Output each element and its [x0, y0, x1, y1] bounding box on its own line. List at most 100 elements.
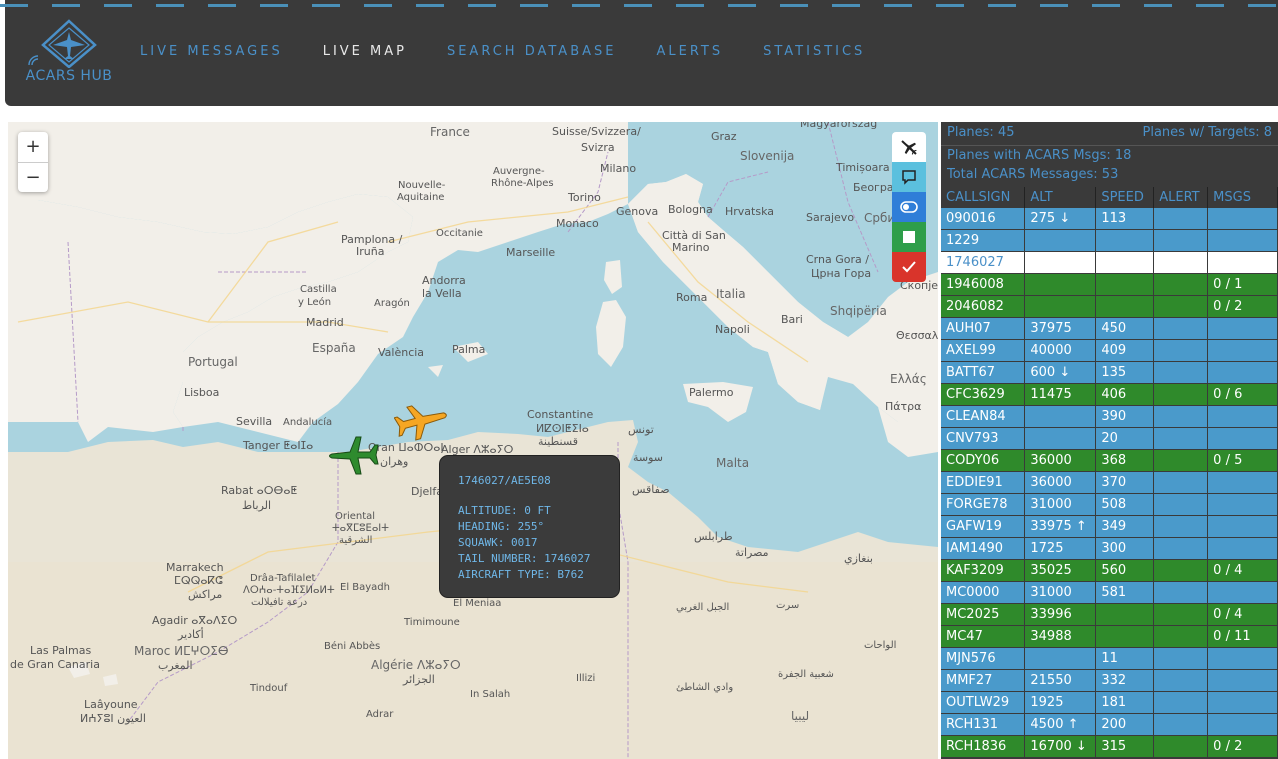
table-row[interactable]: MMF27 21550 332: [941, 669, 1278, 692]
label-andorra1: Andorra: [422, 274, 466, 287]
table-row[interactable]: CODY06 36000 368 0 / 5: [941, 449, 1278, 472]
table-row[interactable]: MC47 34988 0 / 11: [941, 625, 1278, 648]
table-row[interactable]: MJN576 11: [941, 647, 1278, 670]
toggle-acars-only-button[interactable]: [892, 162, 926, 192]
cell-callsign: OUTLW29: [941, 691, 1026, 714]
cell-alert: [1153, 493, 1209, 516]
table-row[interactable]: 090016 275 ↓ 113: [941, 208, 1278, 230]
label-marrakech3: مراكش: [188, 588, 223, 601]
nav-live-map[interactable]: LIVE MAP: [323, 44, 407, 59]
table-row[interactable]: IAM1490 1725 300: [941, 537, 1278, 560]
cell-callsign: KAF3209: [941, 559, 1026, 582]
cell-alt: [1024, 405, 1097, 428]
cell-alert: [1153, 537, 1209, 560]
table-row[interactable]: MC0000 31000 581: [941, 581, 1278, 604]
cell-speed: [1095, 229, 1155, 252]
cell-msgs: [1207, 691, 1278, 714]
cell-callsign: BATT67: [941, 361, 1026, 384]
toggle-targets-button[interactable]: [892, 222, 926, 252]
label-algerie1: Algérie ⴷⵣⴰⵢⵔ: [371, 658, 461, 672]
cell-msgs: [1207, 669, 1278, 692]
nav-live-messages[interactable]: LIVE MESSAGES: [140, 44, 283, 59]
cell-alt: 36000: [1024, 449, 1097, 472]
label-timimoune: Timimoune: [404, 617, 460, 628]
cell-alert: [1153, 515, 1209, 538]
acars-hub-logo[interactable]: ACARS HUB: [23, 18, 115, 90]
column-alt[interactable]: ALT: [1024, 187, 1097, 208]
toggle-checked-button[interactable]: [892, 252, 926, 282]
cell-alert: [1153, 735, 1209, 758]
cell-alert: [1153, 713, 1209, 736]
live-map[interactable]: France Suisse/Svizzera/ Svizra Graz Magy…: [8, 122, 938, 759]
cell-callsign: RCH1836: [941, 735, 1026, 758]
logo-text: ACARS HUB: [25, 68, 113, 84]
table-row[interactable]: AXEL99 40000 409: [941, 339, 1278, 362]
cell-speed: 135: [1095, 361, 1155, 384]
table-row[interactable]: RCH1836 16700 ↓ 315 0 / 2: [941, 735, 1278, 758]
cell-alt: [1024, 647, 1097, 670]
square-icon: [903, 231, 915, 243]
table-row[interactable]: CNV793 20: [941, 427, 1278, 450]
aircraft-table: CALLSIGN ALT SPEED ALERT MSGS 090016 275 …: [941, 187, 1278, 758]
label-crnagora1: Crna Gora /: [806, 253, 869, 266]
table-row[interactable]: 1946008 0 / 1: [941, 273, 1278, 296]
plane-slash-icon: [901, 140, 917, 155]
table-row[interactable]: FORGE78 31000 508: [941, 493, 1278, 516]
column-callsign[interactable]: CALLSIGN: [941, 187, 1026, 208]
table-row[interactable]: EDDIE91 36000 370: [941, 471, 1278, 494]
cell-callsign: CODY06: [941, 449, 1026, 472]
cell-msgs: 0 / 11: [1207, 625, 1278, 648]
zoom-in-button[interactable]: +: [18, 132, 48, 162]
cell-msgs: [1207, 515, 1278, 538]
cell-msgs: [1207, 427, 1278, 450]
cell-alert: [1153, 647, 1209, 670]
table-row[interactable]: GAFW19 33975 ↑ 349: [941, 515, 1278, 538]
planes-with-targets-count: Planes w/ Targets: 8: [1142, 125, 1272, 140]
column-speed[interactable]: SPEED: [1095, 187, 1155, 208]
cell-alt: 33996: [1024, 603, 1097, 626]
table-row[interactable]: CFC3629 11475 406 0 / 6: [941, 383, 1278, 406]
table-row[interactable]: AUH07 37975 450: [941, 317, 1278, 340]
table-row[interactable]: OUTLW29 1925 181: [941, 691, 1278, 714]
cell-speed: 113: [1095, 208, 1155, 230]
label-rabat1: Rabat ⴰⵔⴱⴰⵟ: [221, 484, 298, 497]
cell-callsign: 090016: [941, 208, 1026, 230]
cell-callsign: 1229: [941, 229, 1026, 252]
toggle-data-blocks-button[interactable]: [892, 192, 926, 222]
nav-search-database[interactable]: SEARCH DATABASE: [447, 44, 617, 59]
table-row[interactable]: 2046082 0 / 2: [941, 295, 1278, 318]
cell-msgs: [1207, 647, 1278, 670]
zoom-out-button[interactable]: −: [18, 163, 48, 193]
cell-speed: 349: [1095, 515, 1155, 538]
nav-statistics[interactable]: STATISTICS: [763, 44, 865, 59]
cell-alert: [1153, 471, 1209, 494]
label-portugal: Portugal: [188, 355, 238, 369]
aircraft-1746027-icon[interactable]: [394, 402, 448, 446]
nav-alerts[interactable]: ALERTS: [656, 44, 723, 59]
toggle-unselected-planes-button[interactable]: [892, 132, 926, 162]
cell-callsign: 1746027: [941, 251, 1026, 274]
column-msgs[interactable]: MSGS: [1207, 187, 1278, 208]
cell-alert: [1153, 559, 1209, 582]
table-row[interactable]: 1229: [941, 229, 1278, 252]
label-occitanie: Occitanie: [436, 228, 483, 239]
cell-speed: 368: [1095, 449, 1155, 472]
table-row[interactable]: KAF3209 35025 560 0 / 4: [941, 559, 1278, 582]
aircraft-acars-icon[interactable]: [326, 434, 384, 478]
column-alert[interactable]: ALERT: [1153, 187, 1209, 208]
label-constantine3: قسنطينة: [538, 435, 578, 448]
table-row[interactable]: BATT67 600 ↓ 135: [941, 361, 1278, 384]
cell-callsign: 2046082: [941, 295, 1026, 318]
table-row[interactable]: RCH131 4500 ↑ 200: [941, 713, 1278, 736]
cell-msgs: [1207, 493, 1278, 516]
label-lapalmas2: de Gran Canaria: [10, 658, 100, 671]
table-row[interactable]: MC2025 33996 0 / 4: [941, 603, 1278, 626]
table-row[interactable]: 1746027: [941, 251, 1278, 274]
table-row[interactable]: CLEAN84 390: [941, 405, 1278, 428]
comment-icon: [902, 170, 916, 185]
label-hrvatska: Hrvatska: [725, 205, 775, 218]
cell-msgs: 0 / 4: [1207, 559, 1278, 582]
cell-msgs: 0 / 5: [1207, 449, 1278, 472]
label-genova: Genova: [616, 205, 659, 218]
airplane-diamond-logo-icon: [28, 19, 97, 69]
